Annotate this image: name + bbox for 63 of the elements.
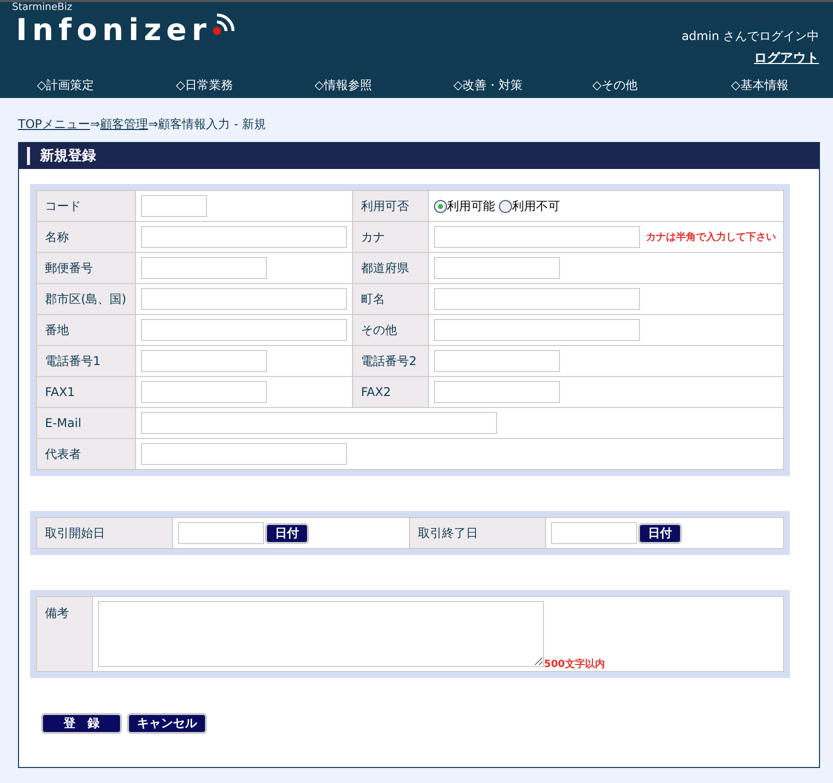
field-label: 都道府県	[352, 252, 428, 284]
field-label: 取引開始日	[36, 518, 172, 548]
text-field[interactable]	[141, 195, 207, 217]
field-label: FAX1	[36, 376, 136, 408]
nav-link[interactable]: ◇基本情報	[694, 76, 833, 94]
breadcrumb-link[interactable]: 顧客管理	[100, 117, 148, 131]
register-button[interactable]: 登 録	[41, 713, 122, 734]
text-field[interactable]	[141, 319, 347, 341]
breadcrumb-text: ⇒	[90, 117, 100, 131]
field-label: 備考	[36, 596, 92, 672]
radio-button[interactable]	[499, 200, 512, 212]
field-label: 利用可否	[352, 190, 428, 222]
radio-label: 利用可能	[447, 198, 495, 214]
text-field[interactable]	[141, 381, 267, 403]
hint-text: 500文字以内	[544, 659, 605, 670]
text-field[interactable]	[141, 257, 267, 279]
field-label: FAX2	[352, 376, 428, 408]
field-label: カナ	[352, 222, 428, 252]
date-button[interactable]: 日付	[638, 522, 682, 544]
cancel-button[interactable]: キャンセル	[127, 713, 207, 734]
text-field[interactable]	[434, 381, 560, 403]
text-field[interactable]	[141, 226, 347, 248]
panel-title: 新規登録	[19, 143, 819, 169]
notes-field[interactable]	[98, 601, 544, 667]
breadcrumb-text: ⇒顧客情報入力 - 新規	[148, 117, 266, 131]
nav-link[interactable]: ◇情報参照	[278, 76, 416, 94]
text-field[interactable]	[434, 350, 560, 372]
field-label: 郵便番号	[36, 252, 136, 284]
text-field[interactable]	[434, 288, 640, 310]
nav-link[interactable]: ◇改善・対策	[416, 76, 556, 94]
field-label: 電話番号1	[36, 346, 136, 376]
login-status: admin さんでログイン中	[682, 28, 819, 45]
logout-link[interactable]: ログアウト	[754, 49, 819, 67]
text-field[interactable]	[434, 319, 640, 341]
radio-label: 利用不可	[512, 198, 560, 214]
field-label: 番地	[36, 314, 136, 346]
text-field[interactable]	[434, 226, 640, 248]
text-field[interactable]	[141, 350, 267, 372]
field-label: 町名	[352, 284, 428, 314]
text-field[interactable]	[434, 257, 560, 279]
breadcrumb-link[interactable]: TOPメニュー	[18, 117, 90, 131]
date-button[interactable]: 日付	[265, 522, 309, 544]
field-label: 郡市区(島、国)	[36, 284, 136, 314]
field-label: コード	[36, 190, 136, 222]
field-label: 名称	[36, 222, 136, 252]
nav-link[interactable]: ◇日常業務	[138, 76, 278, 94]
date-field[interactable]	[178, 522, 264, 544]
nav-link[interactable]: ◇その他	[555, 76, 694, 94]
nav-link[interactable]: ◇計画策定	[0, 76, 139, 94]
hint-text: カナは半角で入力して下さい	[646, 232, 776, 244]
logo-text: Infonizer	[16, 13, 212, 49]
radio-button[interactable]	[434, 200, 447, 212]
brand-tagline: StarmineBiz	[12, 2, 74, 13]
field-label: その他	[352, 314, 428, 346]
field-label: 代表者	[36, 438, 136, 470]
date-field[interactable]	[551, 522, 637, 544]
signal-icon	[213, 13, 236, 35]
field-label: 電話番号2	[352, 346, 428, 376]
text-field[interactable]	[141, 443, 347, 465]
field-label: E-Mail	[36, 408, 136, 438]
field-label: 取引終了日	[410, 518, 546, 548]
text-field[interactable]	[141, 412, 497, 434]
text-field[interactable]	[141, 288, 347, 310]
